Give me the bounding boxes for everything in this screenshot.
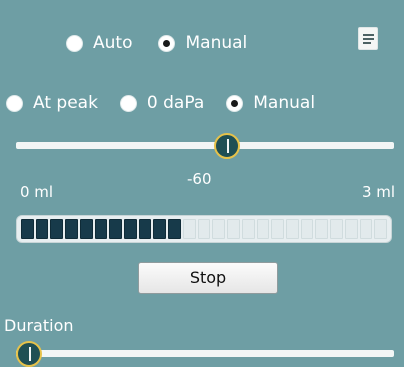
radio-manual-pressure-indicator[interactable] xyxy=(226,94,244,112)
pressure-slider-track[interactable] xyxy=(16,142,394,149)
notes-icon-line xyxy=(363,34,374,36)
volume-meter-segment xyxy=(212,219,226,239)
radio-manual-mode-indicator[interactable] xyxy=(158,34,176,52)
scale-max-label: 3 ml xyxy=(362,183,396,201)
pressure-radio-group: At peak 0 daPa Manual xyxy=(6,93,315,113)
volume-meter-segment xyxy=(359,219,373,239)
volume-meter-segment xyxy=(124,219,137,239)
notes-icon-line xyxy=(363,38,374,40)
radio-0-dapa-label: 0 daPa xyxy=(146,93,205,113)
volume-meter-segment xyxy=(330,219,343,239)
radio-manual-mode-label: Manual xyxy=(185,33,248,53)
volume-meter-segment xyxy=(227,219,240,239)
volume-meter-segment xyxy=(35,219,49,239)
volume-meter-segment xyxy=(285,219,299,239)
scale-current-label: -60 xyxy=(187,170,212,188)
volume-meter-segment xyxy=(109,219,123,239)
volume-meter-segment xyxy=(182,219,196,239)
duration-label: Duration xyxy=(4,316,74,335)
volume-meter-segment xyxy=(300,219,314,239)
volume-meter-segment xyxy=(374,219,387,239)
volume-meter-segment xyxy=(50,219,64,239)
volume-meter-segment xyxy=(197,219,211,239)
radio-auto-indicator[interactable] xyxy=(66,34,83,52)
volume-meter-segment xyxy=(21,219,34,239)
notes-icon[interactable] xyxy=(358,27,378,50)
radio-at-peak-label: At peak xyxy=(33,93,98,113)
radio-auto-label: Auto xyxy=(93,33,133,53)
radio-0-dapa-indicator[interactable] xyxy=(119,94,137,112)
volume-meter-segment xyxy=(315,219,329,239)
volume-meter xyxy=(16,215,392,243)
radio-manual-pressure[interactable]: Manual xyxy=(226,93,315,113)
stop-button[interactable]: Stop xyxy=(138,262,278,294)
volume-meter-segment xyxy=(94,219,108,239)
duration-slider-track[interactable] xyxy=(16,350,394,357)
radio-manual-mode[interactable]: Manual xyxy=(158,33,247,53)
volume-meter-segment xyxy=(168,219,181,239)
scale-min-label: 0 ml xyxy=(20,183,54,201)
notes-icon-line xyxy=(363,42,371,44)
pressure-slider-thumb[interactable] xyxy=(214,133,241,159)
volume-meter-segment xyxy=(65,219,78,239)
volume-meter-segment xyxy=(241,219,255,239)
volume-meter-segment xyxy=(256,219,270,239)
volume-meter-segment xyxy=(138,219,152,239)
radio-0-dapa[interactable]: 0 daPa xyxy=(119,93,205,113)
radio-manual-pressure-label: Manual xyxy=(253,93,316,113)
volume-meter-segment xyxy=(79,219,93,239)
radio-at-peak-indicator[interactable] xyxy=(6,94,23,112)
mode-radio-group: Auto Manual xyxy=(66,33,247,53)
radio-at-peak[interactable]: At peak xyxy=(6,93,98,113)
duration-slider-thumb[interactable] xyxy=(16,341,42,367)
radio-auto[interactable]: Auto xyxy=(66,33,132,53)
volume-meter-segment xyxy=(344,219,358,239)
volume-meter-segment xyxy=(153,219,167,239)
volume-meter-segment xyxy=(271,219,284,239)
